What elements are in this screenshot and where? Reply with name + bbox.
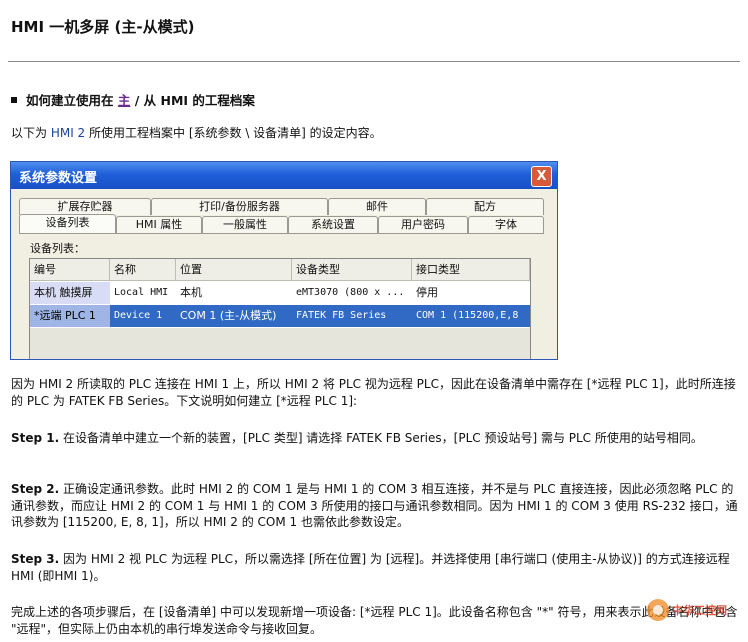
col-name[interactable]: 名称 (110, 259, 176, 281)
close-icon[interactable]: X (531, 166, 552, 187)
row2-name: Device 1 (110, 305, 176, 327)
tab-general[interactable]: 一般属性 (202, 216, 288, 233)
step3-paragraph: Step 3. 因为 HMI 2 视 PLC 为远程 PLC，所以需选择 [所在… (11, 551, 739, 584)
summary-paragraph: 完成上述的各项步骤后，在 [设备清单] 中可以发现新增一项设备: [*远程 PL… (11, 605, 738, 636)
tab-panel-border (19, 233, 544, 234)
system-params-dialog: 系统参数设置 X 扩展存贮器 打印/备份服务器 邮件 配方 设备列表 HMI 属… (10, 161, 558, 360)
col-device-type[interactable]: 设备类型 (292, 259, 412, 281)
row2-interface: COM 1 (115200,E,8 (412, 305, 530, 327)
svg-text:中华工控网: 中华工控网 (672, 603, 727, 617)
tab-mail[interactable]: 邮件 (328, 198, 426, 215)
tab-recipe[interactable]: 配方 (426, 198, 544, 215)
table-empty-area (30, 328, 530, 359)
device-table: 编号 名称 位置 设备类型 接口类型 本机 触摸屏 Local HMI 本机 e… (29, 258, 531, 359)
section-text-pre: 如何建立使用在 (26, 93, 114, 108)
tab-extended-memory[interactable]: 扩展存贮器 (19, 198, 151, 215)
col-number[interactable]: 编号 (30, 259, 110, 281)
bullet-icon (11, 97, 17, 103)
device-list-label: 设备列表： (30, 242, 85, 255)
dialog-title: 系统参数设置 (19, 171, 98, 186)
col-location[interactable]: 位置 (176, 259, 292, 281)
step1-paragraph: Step 1. 在设备清单中建立一个新的装置，[PLC 类型] 请选择 FATE… (11, 430, 739, 447)
divider (8, 61, 740, 62)
tab-font[interactable]: 字体 (468, 216, 544, 233)
step2-text: 正确设定通讯参数。此时 HMI 2 的 COM 1 是与 HMI 1 的 COM… (11, 482, 738, 529)
step2-label: Step 2. (11, 482, 60, 496)
watermark-logo: 中华工控网 (644, 592, 734, 628)
step1-text: 在设备清单中建立一个新的装置，[PLC 类型] 请选择 FATEK FB Ser… (59, 431, 703, 445)
row1-device-type: eMT3070 (800 x ... (296, 287, 405, 298)
col-interface[interactable]: 接口类型 (412, 259, 530, 281)
row1-name: Local HMI (114, 287, 169, 298)
row2-device-type: FATEK FB Series (292, 305, 412, 327)
step3-text: 因为 HMI 2 视 PLC 为远程 PLC，所以需选择 [所在位置] 为 [远… (11, 552, 730, 583)
step1-label: Step 1. (11, 431, 60, 445)
tab-hmi-properties[interactable]: HMI 属性 (116, 216, 202, 233)
row2-number: *远端 PLC 1 (30, 305, 110, 327)
tab-system-settings[interactable]: 系统设置 (288, 216, 378, 233)
table-row-selected[interactable]: *远端 PLC 1 Device 1 COM 1 (主-从模式) FATEK F… (30, 305, 530, 327)
tab-print-backup[interactable]: 打印/备份服务器 (151, 198, 328, 215)
row1-number: 本机 触摸屏 (30, 282, 110, 304)
intro-c: 所使用工程档案中 [系统参数 \ 设备清单] 的设定内容。 (85, 126, 382, 140)
tab-user-password[interactable]: 用户密码 (378, 216, 468, 233)
row1-location: 本机 (180, 286, 202, 299)
step2-paragraph: Step 2. 正确设定通讯参数。此时 HMI 2 的 COM 1 是与 HMI… (11, 481, 739, 531)
intro-paragraph: 以下为 HMI 2 所使用工程档案中 [系统参数 \ 设备清单] 的设定内容。 (11, 125, 739, 142)
page-title: HMI 一机多屏 (主-从模式) (11, 18, 195, 36)
section-text-post: / 从 HMI 的工程档案 (130, 93, 255, 108)
table-row[interactable]: 本机 触摸屏 Local HMI 本机 eMT3070 (800 x ... 停… (30, 282, 530, 304)
table-header: 编号 名称 位置 设备类型 接口类型 (30, 259, 530, 281)
section-heading: 如何建立使用在 主 / 从 HMI 的工程档案 (11, 90, 255, 109)
master-link[interactable]: 主 (118, 93, 131, 108)
dialog-titlebar: 系统参数设置 X (11, 162, 557, 189)
explanation-paragraph: 因为 HMI 2 所读取的 PLC 连接在 HMI 1 上，所以 HMI 2 将… (11, 377, 736, 408)
row1-interface: 停用 (416, 286, 438, 299)
row2-location: COM 1 (主-从模式) (176, 305, 292, 327)
intro-b: HMI 2 (50, 126, 86, 140)
intro-a: 以下为 (11, 126, 51, 140)
tab-device-list[interactable]: 设备列表 (19, 214, 116, 233)
step3-label: Step 3. (11, 552, 60, 566)
